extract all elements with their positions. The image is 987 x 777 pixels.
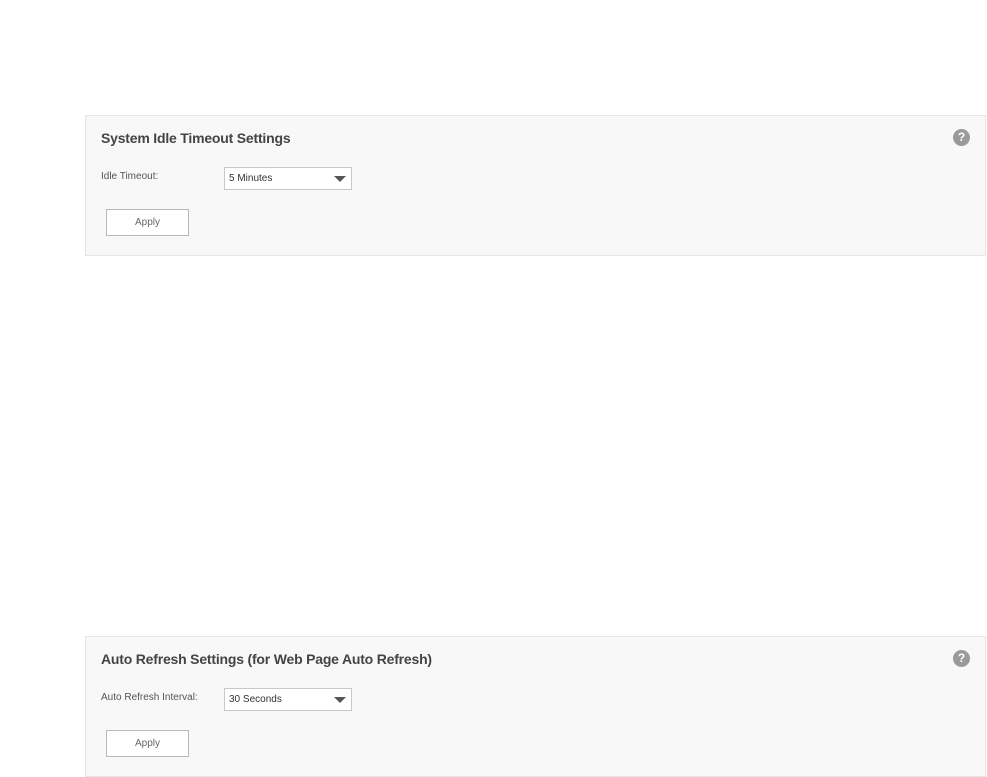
idle-timeout-selected-value: 5 Minutes (229, 173, 273, 184)
auto-refresh-apply-button[interactable]: Apply (106, 730, 189, 757)
help-icon[interactable]: ? (953, 129, 970, 146)
help-icon[interactable]: ? (953, 650, 970, 667)
auto-refresh-selected-value: 30 Seconds (229, 694, 282, 705)
auto-refresh-panel: Auto Refresh Settings (for Web Page Auto… (85, 636, 986, 777)
auto-refresh-select[interactable]: 30 Seconds (224, 688, 352, 711)
auto-refresh-title: Auto Refresh Settings (for Web Page Auto… (101, 651, 432, 667)
idle-timeout-panel: System Idle Timeout Settings ? Idle Time… (85, 115, 986, 256)
auto-refresh-label: Auto Refresh Interval: (101, 692, 198, 703)
idle-timeout-title: System Idle Timeout Settings (101, 130, 291, 146)
chevron-down-icon (334, 697, 346, 703)
idle-timeout-label: Idle Timeout: (101, 171, 159, 182)
idle-timeout-apply-button[interactable]: Apply (106, 209, 189, 236)
idle-timeout-select[interactable]: 5 Minutes (224, 167, 352, 190)
chevron-down-icon (334, 176, 346, 182)
